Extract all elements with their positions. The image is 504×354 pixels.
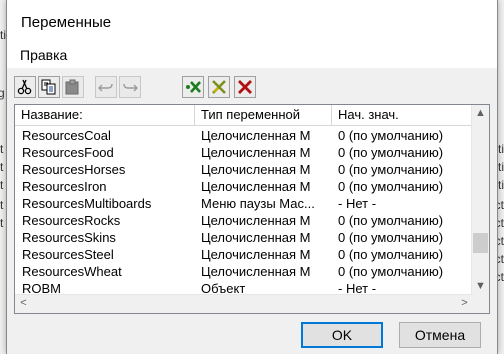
cancel-button[interactable]: Отмена	[399, 322, 481, 348]
copy-icon	[41, 79, 56, 95]
cell-name: ResourcesSteel	[22, 247, 114, 262]
cell-type: Целочисленная М	[201, 128, 311, 143]
cell-name: ResourcesHorses	[22, 162, 126, 177]
column-header-name[interactable]: Название:	[15, 105, 195, 125]
column-header-type[interactable]: Тип переменной	[195, 105, 332, 125]
table-row[interactable]: ResourcesHorses Целочисленная М 0 (по умол…	[15, 161, 473, 178]
background-text-fragment: ct	[0, 198, 4, 212]
table-row[interactable]: ResourcesSteel Целочисленная М 0 (по умолч…	[15, 246, 473, 263]
vertical-scrollbar[interactable]: ▲ ▼	[471, 105, 489, 295]
background-text-fragment: rg	[0, 86, 5, 100]
cell-initial-value: 0 (по умолчанию)	[338, 179, 444, 194]
cell-type: Объект	[201, 281, 246, 295]
cell-name: ResourcesMultiboards	[22, 196, 152, 211]
horizontal-scrollbar[interactable]: < >	[15, 294, 473, 313]
variables-dialog: Переменные Правка Название: Тип переменн…	[6, 0, 498, 354]
table-row[interactable]: ResourcesFood Целочисленная М 0 (по умолча…	[15, 144, 473, 161]
scroll-left-arrow-icon[interactable]: <	[15, 295, 32, 312]
background-text-fragment: ct	[0, 216, 4, 230]
scroll-right-arrow-icon[interactable]: >	[456, 295, 473, 312]
scrollbar-corner	[472, 295, 489, 313]
background-text-fragment: ct	[0, 142, 4, 156]
cell-type: Целочисленная М	[201, 264, 311, 279]
redo-icon	[123, 83, 138, 92]
add-variable-button[interactable]	[182, 76, 204, 98]
background-text-fragment: ct	[0, 160, 4, 174]
cell-name: ResourcesSkins	[22, 230, 116, 245]
cell-initial-value: 0 (по умолчанию)	[338, 264, 444, 279]
ok-button[interactable]: OK	[301, 322, 383, 348]
vertical-scroll-thumb[interactable]	[473, 233, 488, 253]
toolbar	[7, 72, 497, 104]
scroll-down-arrow-icon[interactable]: ▼	[472, 278, 489, 295]
copy-button[interactable]	[38, 76, 60, 98]
background-text-fragment: ct	[0, 178, 4, 192]
cell-type: Целочисленная М	[201, 230, 311, 245]
cell-type: Целочисленная М	[201, 162, 311, 177]
cell-name: ResourcesRocks	[22, 213, 121, 228]
paste-icon	[65, 79, 79, 95]
table-row[interactable]: ResourcesMultiboards Меню паузы Мас... - Н…	[15, 195, 473, 212]
cell-type: Целочисленная М	[201, 145, 311, 160]
menu-edit[interactable]: Правка	[20, 47, 67, 63]
delete-icon	[238, 80, 252, 94]
edit-variable-button[interactable]	[208, 76, 230, 98]
table-row[interactable]: ResourcesIron Целочисленная М 0 (по умолча…	[15, 178, 473, 195]
cell-name: ROBM	[22, 281, 61, 295]
title-bar: Переменные	[7, 0, 497, 40]
paste-button[interactable]	[62, 76, 84, 98]
add-variable-icon	[186, 81, 201, 93]
cell-type: Целочисленная М	[201, 247, 311, 262]
scroll-up-arrow-icon[interactable]: ▲	[472, 105, 489, 122]
table-row[interactable]: ResourcesSkins Целочисленная М 0 (по умолч…	[15, 229, 473, 246]
cell-name: ResourcesFood	[22, 145, 114, 160]
cell-initial-value: - Нет -	[338, 196, 377, 211]
window-title: Переменные	[21, 14, 112, 31]
cell-name: ResourcesWheat	[22, 264, 122, 279]
cell-type: Целочисленная М	[201, 213, 311, 228]
delete-variable-button[interactable]	[234, 76, 256, 98]
table-header: Название: Тип переменной Нач. знач.	[15, 105, 473, 126]
cell-initial-value: 0 (по умолчанию)	[338, 128, 444, 143]
column-header-initial-value[interactable]: Нач. знач.	[332, 105, 473, 125]
cell-initial-value: 0 (по умолчанию)	[338, 145, 444, 160]
table-row[interactable]: ResourcesCoal Целочисленная М 0 (по умолча…	[15, 127, 473, 144]
edit-variable-icon	[212, 80, 226, 94]
undo-icon	[98, 83, 113, 92]
cell-initial-value: - Нет -	[338, 281, 377, 295]
cut-button[interactable]	[14, 76, 36, 98]
cell-initial-value: 0 (по умолчанию)	[338, 247, 444, 262]
redo-button[interactable]	[119, 76, 141, 98]
variables-table: Название: Тип переменной Нач. знач. Reso…	[14, 104, 490, 314]
table-row[interactable]: ROBM Объект - Нет -	[15, 280, 473, 295]
undo-button[interactable]	[95, 76, 117, 98]
table-row[interactable]: ResourcesWheat Целочисленная М 0 (по умолч…	[15, 263, 473, 280]
table-body: ResourcesCoal Целочисленная М 0 (по умолча…	[15, 127, 473, 295]
scissors-icon	[17, 79, 32, 95]
cell-type: Меню паузы Мас...	[201, 196, 315, 211]
cell-initial-value: 0 (по умолчанию)	[338, 230, 444, 245]
cell-initial-value: 0 (по умолчанию)	[338, 213, 444, 228]
cell-type: Целочисленная М	[201, 179, 311, 194]
cell-initial-value: 0 (по умолчанию)	[338, 162, 444, 177]
cell-name: ResourcesCoal	[22, 128, 111, 143]
table-row[interactable]: ResourcesRocks Целочисленная М 0 (по умолч…	[15, 212, 473, 229]
menu-bar: Правка	[7, 40, 497, 68]
cell-name: ResourcesIron	[22, 179, 107, 194]
